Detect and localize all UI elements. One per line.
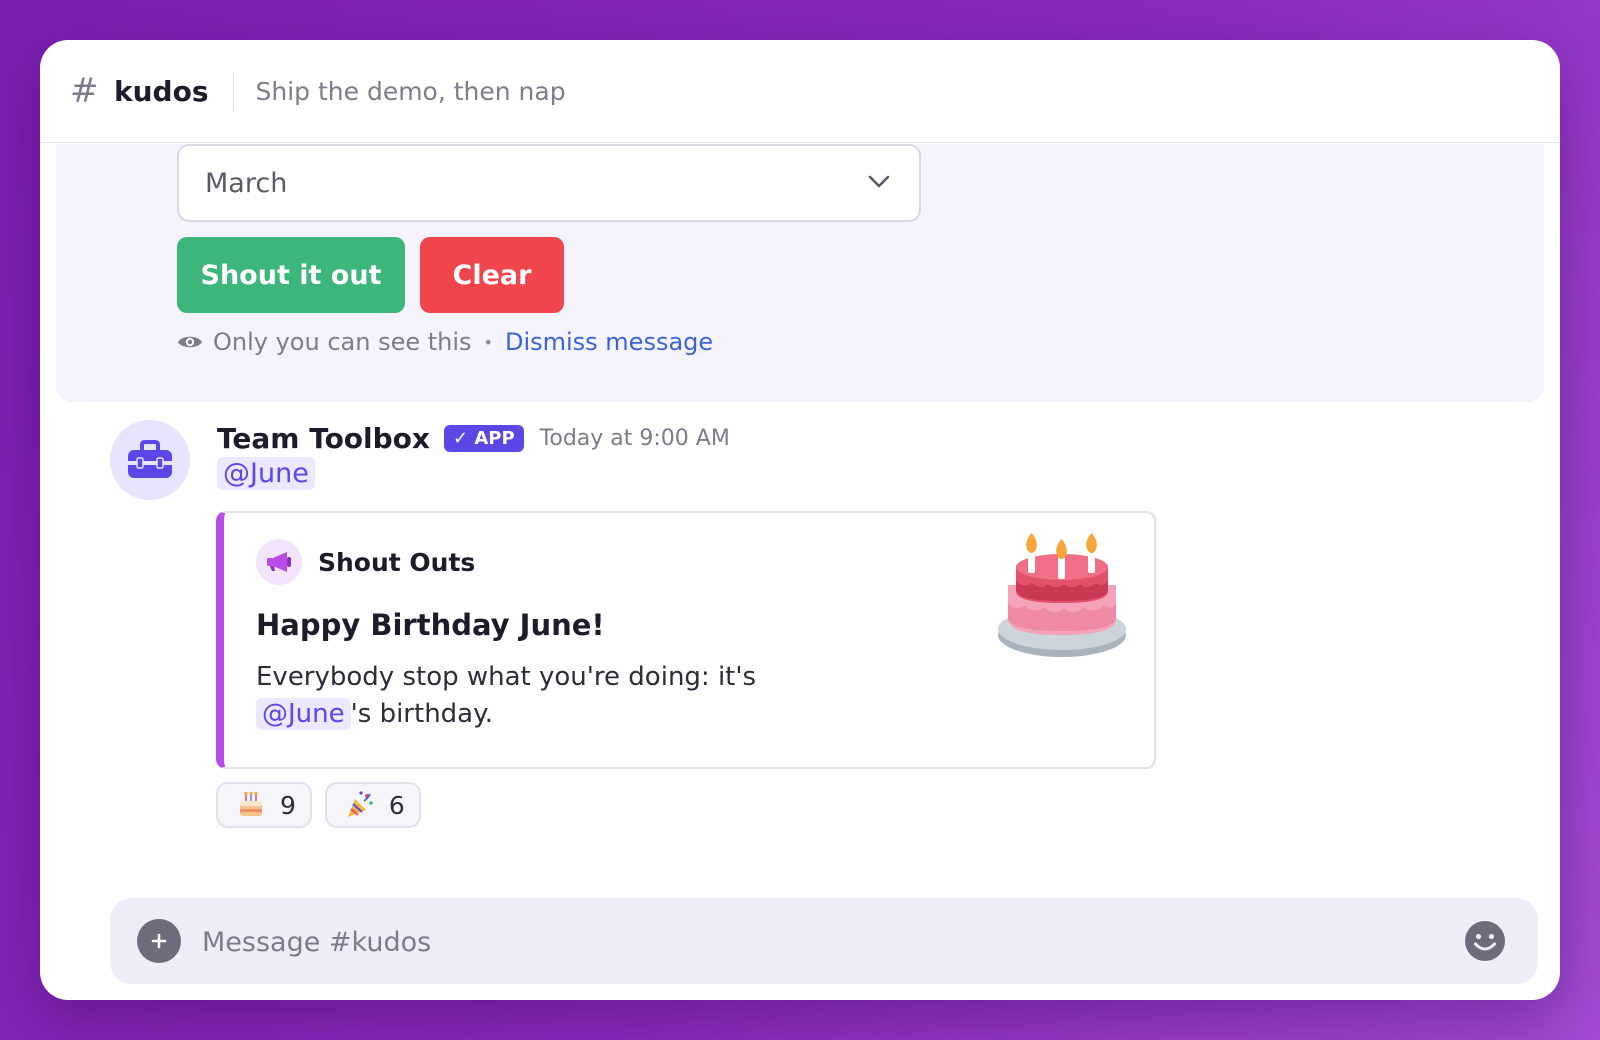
emoji-picker-icon[interactable] <box>1463 919 1507 963</box>
shoutout-attachment: Shout Outs Happy Birthday June! Everybod… <box>216 511 1156 769</box>
month-select-value: March <box>205 167 288 199</box>
reactions-bar: 9 6 <box>216 782 434 828</box>
attachment-body-text-end: 's birthday. <box>350 699 494 729</box>
separator-dot: • <box>483 332 493 352</box>
add-attachment-button[interactable] <box>137 919 181 963</box>
clear-button[interactable]: Clear <box>420 237 564 313</box>
reaction-count: 9 <box>280 790 296 820</box>
header-divider <box>232 72 234 110</box>
visibility-text: Only you can see this <box>213 328 472 356</box>
reaction-party[interactable]: 6 <box>324 782 421 828</box>
channel-header: # kudos Ship the demo, then nap <box>40 40 1560 143</box>
attachment-body-text: Everybody stop what you're doing: it's <box>256 662 757 692</box>
app-window: # kudos Ship the demo, then nap March Sh… <box>40 40 1560 1000</box>
attachment-header: Shout Outs <box>256 539 475 585</box>
message-header: Team Toolbox ✓ APP Today at 9:00 AM <box>217 418 730 458</box>
toolbox-icon <box>128 440 172 478</box>
cake-emoji-icon <box>240 791 262 816</box>
eye-icon <box>178 336 202 348</box>
channel-topic[interactable]: Ship the demo, then nap <box>256 77 566 106</box>
attachment-source: Shout Outs <box>318 547 476 577</box>
attachment-user-mention[interactable]: @June <box>256 698 351 730</box>
message-composer <box>110 898 1538 984</box>
reaction-cake[interactable]: 9 <box>216 782 312 828</box>
reaction-count: 6 <box>388 790 405 820</box>
message-input[interactable] <box>200 914 1444 970</box>
channel-name[interactable]: kudos <box>114 75 209 108</box>
attachment-title: Happy Birthday June! <box>256 608 605 642</box>
plus-icon <box>151 933 167 949</box>
app-badge: ✓ APP <box>443 424 524 452</box>
chevron-down-icon <box>868 175 890 188</box>
shout-it-out-button[interactable]: Shout it out <box>177 237 405 313</box>
avatar[interactable] <box>110 420 190 500</box>
party-popper-icon <box>347 791 373 817</box>
attachment-body: Everybody stop what you're doing: it's @… <box>256 659 876 733</box>
sender-name[interactable]: Team Toolbox <box>217 422 430 455</box>
user-mention[interactable]: @June <box>217 457 315 490</box>
visibility-note: Only you can see this • Dismiss message <box>177 324 713 360</box>
birthday-cake-icon <box>998 533 1126 657</box>
ephemeral-message: March Shout it out Clear Only you can se… <box>56 144 1544 402</box>
month-select[interactable]: March <box>177 144 921 222</box>
message-timestamp[interactable]: Today at 9:00 AM <box>540 426 730 451</box>
megaphone-icon <box>256 539 302 585</box>
channel-hash-icon: # <box>70 71 99 111</box>
dismiss-message-link[interactable]: Dismiss message <box>505 328 713 356</box>
message-text: @June <box>217 457 315 490</box>
